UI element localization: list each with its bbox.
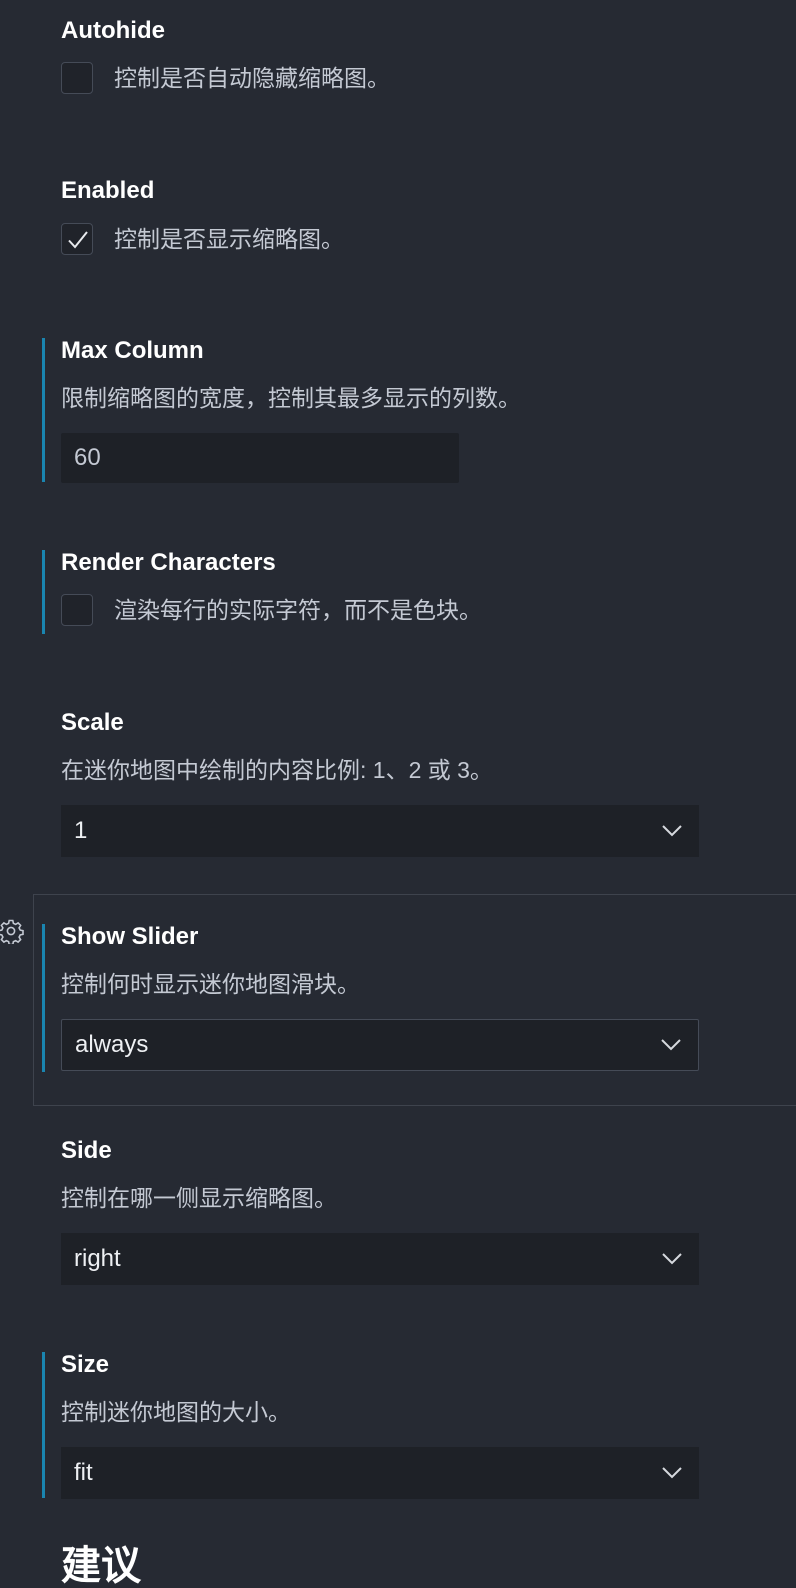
max-column-input[interactable]: 60 <box>61 433 459 483</box>
setting-description: 控制在哪一侧显示缩略图。 <box>61 1185 337 1211</box>
gear-icon[interactable] <box>0 918 24 944</box>
setting-title: Enabled <box>61 177 155 204</box>
chevron-down-icon <box>662 825 682 837</box>
setting-description: 在迷你地图中绘制的内容比例: 1、2 或 3。 <box>61 757 493 783</box>
size-select[interactable]: fit <box>61 1447 699 1499</box>
select-value: always <box>75 1031 149 1058</box>
setting-description: 控制迷你地图的大小。 <box>61 1399 291 1425</box>
setting-description: 渲染每行的实际字符，而不是色块。 <box>114 597 482 623</box>
modified-indicator <box>42 924 45 1072</box>
checkmark-icon <box>68 231 88 249</box>
setting-title: Max Column <box>61 337 204 364</box>
autohide-checkbox[interactable] <box>61 62 93 94</box>
render-characters-checkbox[interactable] <box>61 594 93 626</box>
setting-title: Side <box>61 1137 112 1164</box>
setting-description: 限制缩略图的宽度，控制其最多显示的列数。 <box>61 385 521 411</box>
setting-description: 控制何时显示迷你地图滑块。 <box>61 971 360 997</box>
select-value: right <box>74 1245 121 1272</box>
chevron-down-icon <box>662 1467 682 1479</box>
setting-description: 控制是否显示缩略图。 <box>114 226 344 252</box>
scale-select[interactable]: 1 <box>61 805 699 857</box>
select-value: 1 <box>74 817 88 844</box>
setting-title: Size <box>61 1351 110 1378</box>
chevron-down-icon <box>661 1039 681 1051</box>
enabled-checkbox[interactable] <box>61 223 93 255</box>
select-value: fit <box>74 1459 93 1486</box>
setting-description: 控制是否自动隐藏缩略图。 <box>114 65 390 91</box>
show-slider-select[interactable]: always <box>61 1019 699 1071</box>
setting-title: Autohide <box>61 17 165 44</box>
section-heading: 建议 <box>61 1544 141 1588</box>
setting-title: Show Slider <box>61 923 199 950</box>
modified-indicator <box>42 1352 45 1498</box>
setting-title: Render Characters <box>61 549 276 576</box>
side-select[interactable]: right <box>61 1233 699 1285</box>
setting-title: Scale <box>61 709 124 736</box>
modified-indicator <box>42 550 45 634</box>
chevron-down-icon <box>662 1253 682 1265</box>
modified-indicator <box>42 338 45 482</box>
